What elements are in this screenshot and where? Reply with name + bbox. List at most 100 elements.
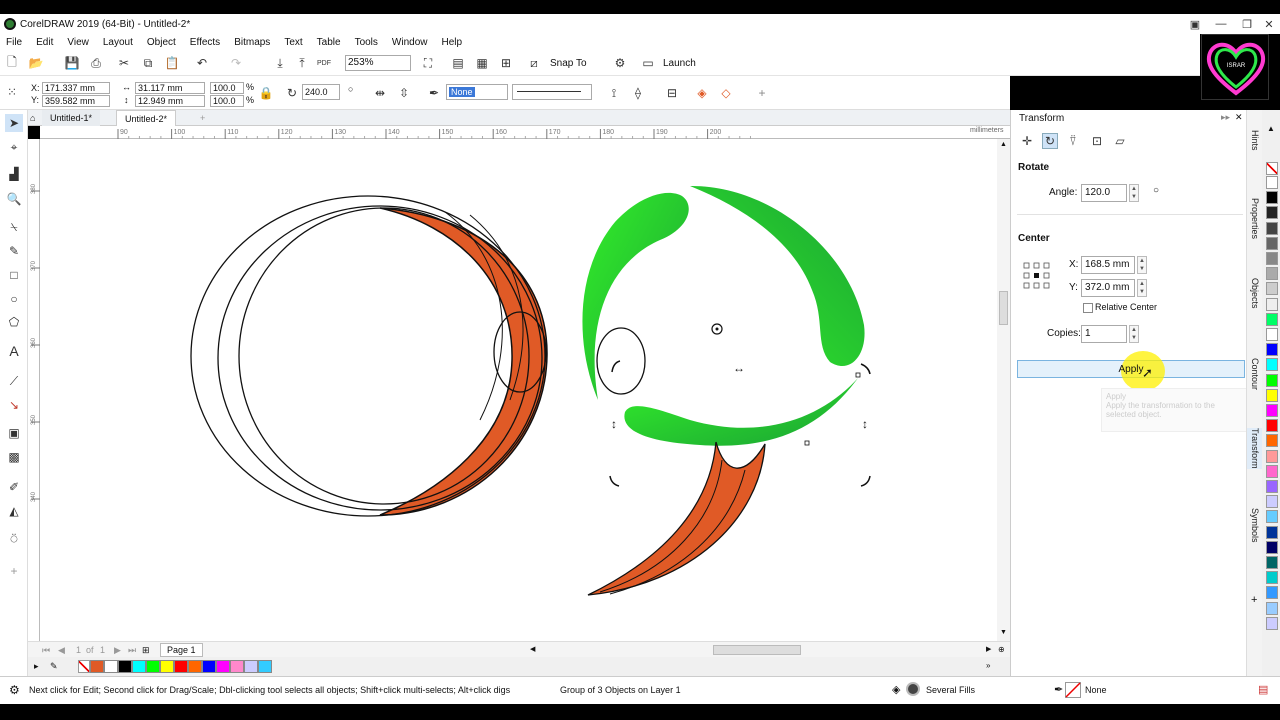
width-input[interactable]: 31.117 mm bbox=[135, 82, 205, 94]
vertical-scrollbar[interactable]: ▲ ▼ bbox=[997, 139, 1010, 641]
fill-swatch[interactable] bbox=[906, 682, 920, 696]
side-palette-swatch[interactable] bbox=[1266, 434, 1278, 448]
next-page-icon[interactable]: ▶ bbox=[114, 645, 121, 656]
menu-help[interactable]: Help bbox=[442, 37, 463, 48]
side-palette-swatch[interactable] bbox=[1266, 419, 1278, 433]
menu-effects[interactable]: Effects bbox=[190, 37, 220, 48]
rotated-leaves-group[interactable]: ↔ ↕ ↕ bbox=[582, 185, 871, 596]
options-gear-icon[interactable]: ⚙ bbox=[612, 55, 628, 71]
lock-ratio-icon[interactable]: 🔒 bbox=[258, 85, 274, 101]
menu-edit[interactable]: Edit bbox=[36, 37, 53, 48]
grid-icon[interactable]: ▦ bbox=[474, 55, 490, 71]
scroll-down-icon[interactable]: ▼ bbox=[1000, 629, 1007, 636]
parallel-dimension-icon[interactable]: ⟋ bbox=[5, 372, 23, 390]
center-y-spinner[interactable]: ▲ ▼ bbox=[1137, 279, 1147, 297]
side-palette-swatch[interactable] bbox=[1266, 556, 1278, 569]
docker-close-icon[interactable]: ✕ bbox=[1235, 112, 1243, 123]
docker-expand-icon[interactable]: ▸▸ bbox=[1221, 112, 1230, 123]
menu-text[interactable]: Text bbox=[284, 37, 302, 48]
palette-swatch[interactable] bbox=[202, 660, 216, 673]
x-position-input[interactable]: 171.337 mm bbox=[42, 82, 110, 94]
scale-height-input[interactable]: 100.0 bbox=[210, 95, 244, 107]
user-icon[interactable]: ▣ bbox=[1182, 14, 1208, 34]
snap-to-dropdown[interactable]: Snap To bbox=[550, 58, 587, 69]
menu-window[interactable]: Window bbox=[392, 37, 428, 48]
polygon-tool-icon[interactable]: ⬠ bbox=[5, 313, 23, 331]
scroll-left-icon[interactable]: ◀ bbox=[530, 645, 535, 653]
copies-input[interactable]: 1 bbox=[1081, 325, 1127, 343]
menu-view[interactable]: View bbox=[67, 37, 89, 48]
rectangle-tool-icon[interactable]: □ bbox=[5, 266, 23, 284]
side-palette-swatch[interactable] bbox=[1266, 252, 1278, 265]
paste-icon[interactable]: 📋 bbox=[164, 55, 180, 71]
center-x-spinner[interactable]: ▲ ▼ bbox=[1137, 256, 1147, 274]
palette-scroll-right-icon[interactable]: » bbox=[986, 661, 990, 670]
tab-hints[interactable]: Hints bbox=[1247, 130, 1263, 151]
snap-icon[interactable]: ⧄ bbox=[526, 55, 542, 71]
status-right-icon[interactable]: ▤ bbox=[1258, 683, 1268, 696]
palette-swatch[interactable] bbox=[244, 660, 258, 673]
full-screen-icon[interactable]: ⛶ bbox=[420, 55, 436, 71]
palette-swatch[interactable] bbox=[146, 660, 160, 673]
crescent-construction[interactable] bbox=[190, 195, 548, 517]
side-palette-swatch[interactable] bbox=[1266, 571, 1278, 585]
relative-center-checkbox[interactable] bbox=[1083, 303, 1093, 313]
side-palette-swatch[interactable] bbox=[1266, 525, 1278, 539]
scale-width-input[interactable]: 100.0 bbox=[210, 82, 244, 94]
rotate-mode-icon[interactable]: ↻ bbox=[1042, 133, 1058, 149]
save-icon[interactable]: 💾 bbox=[64, 55, 80, 71]
smart-fill-icon[interactable]: ⍥ bbox=[5, 530, 23, 548]
pick-tool-icon[interactable]: ➤ bbox=[5, 114, 23, 132]
palette-swatch[interactable] bbox=[118, 660, 132, 673]
ungroup-icon[interactable]: ⟟ bbox=[606, 85, 622, 101]
align-distribute-icon[interactable]: ⊟ bbox=[664, 85, 680, 101]
close-button[interactable]: ✕ bbox=[1256, 14, 1280, 34]
apply-button[interactable]: Apply ➚ bbox=[1017, 351, 1245, 391]
transparency-icon[interactable]: ▩ bbox=[5, 448, 23, 466]
page-1-tab[interactable]: Page 1 bbox=[160, 643, 203, 657]
palette-swatch[interactable] bbox=[216, 660, 230, 673]
welcome-home-icon[interactable]: ⌂ bbox=[28, 110, 42, 126]
menu-layout[interactable]: Layout bbox=[103, 37, 133, 48]
outline-style-select[interactable] bbox=[512, 84, 592, 100]
palette-swatch[interactable] bbox=[90, 660, 104, 673]
side-palette-swatch[interactable] bbox=[1266, 586, 1278, 600]
mirror-vertical-icon[interactable]: ⇳ bbox=[396, 85, 412, 101]
add-icon[interactable]: + bbox=[754, 85, 770, 101]
add-tool-icon[interactable]: + bbox=[5, 562, 23, 580]
skew-mode-icon[interactable]: ▱ bbox=[1112, 133, 1128, 149]
angle-input[interactable]: 120.0 bbox=[1081, 184, 1127, 202]
print-icon[interactable]: ⎙ bbox=[88, 55, 104, 71]
side-palette-swatch[interactable] bbox=[1266, 495, 1278, 509]
position-mode-icon[interactable]: ✛ bbox=[1019, 133, 1035, 149]
cut-icon[interactable]: ✂ bbox=[116, 55, 132, 71]
scale-mirror-mode-icon[interactable]: ⍢ bbox=[1065, 133, 1081, 149]
zoom-one-shot-icon[interactable]: ⊕ bbox=[998, 645, 1005, 654]
palette-swatch[interactable] bbox=[230, 660, 244, 673]
side-palette-swatch[interactable] bbox=[1266, 449, 1278, 463]
undo-icon[interactable]: ↶ bbox=[194, 55, 210, 71]
tab-symbols[interactable]: Symbols bbox=[1247, 508, 1263, 543]
center-x-input[interactable]: 168.5 mm bbox=[1081, 256, 1135, 274]
rulers-icon[interactable]: ▤ bbox=[450, 55, 466, 71]
side-palette-swatch[interactable] bbox=[1266, 267, 1278, 281]
connector-tool-icon[interactable]: ↘ bbox=[5, 396, 23, 414]
import-icon[interactable]: ⤓ bbox=[272, 55, 288, 71]
palette-menu-icon[interactable]: ▸ bbox=[34, 661, 39, 672]
horizontal-ruler[interactable]: 90 100 110 120 130 140 150 160 170 180 190 200 mill… bbox=[40, 126, 1010, 139]
center-anchor-grid[interactable] bbox=[1023, 262, 1051, 290]
side-palette-swatch[interactable] bbox=[1266, 236, 1278, 250]
side-palette-swatch[interactable] bbox=[1266, 540, 1278, 554]
status-gear-icon[interactable]: ⚙ bbox=[9, 683, 20, 697]
palette-scroll-up-icon[interactable]: ▲ bbox=[1267, 124, 1275, 133]
side-palette-swatch[interactable] bbox=[1266, 328, 1278, 341]
drawing-canvas[interactable]: ↔ ↕ ↕ bbox=[40, 139, 997, 641]
vertical-ruler[interactable]: 380 370 360 350 340 bbox=[28, 139, 40, 641]
angle-spinner[interactable]: ▲ ▼ bbox=[1129, 184, 1139, 202]
tab-objects[interactable]: Objects bbox=[1247, 278, 1263, 309]
reference-point-icon[interactable]: ⁙ bbox=[4, 84, 20, 100]
to-front-icon[interactable]: ◈ bbox=[694, 85, 710, 101]
publish-pdf-icon[interactable]: PDF bbox=[316, 55, 332, 71]
side-palette-swatch[interactable] bbox=[1266, 388, 1278, 402]
side-palette-swatch[interactable] bbox=[1266, 510, 1278, 524]
